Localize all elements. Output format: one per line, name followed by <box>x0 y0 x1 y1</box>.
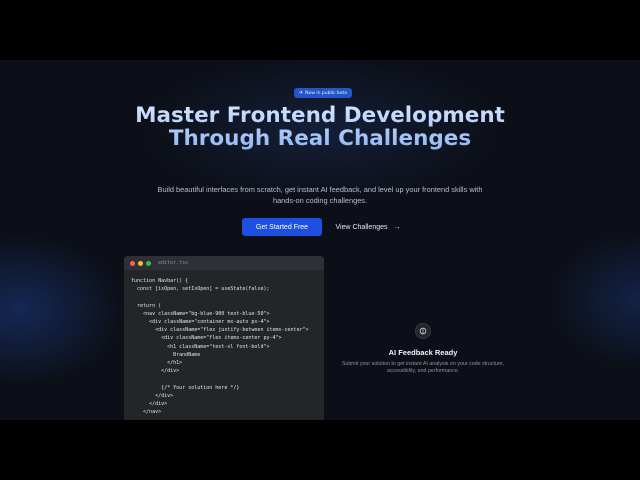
window-minimize-dot <box>138 260 143 266</box>
rocket-icon: ✈ <box>298 90 304 96</box>
editor-titlebar: editor.tsx <box>124 256 324 270</box>
beta-badge-label: Now in public beta <box>305 90 348 96</box>
feedback-description: Submit your solution to get instant AI a… <box>341 361 505 374</box>
get-started-button[interactable]: Get Started Free <box>242 218 322 236</box>
brain-icon-glyph <box>419 327 427 335</box>
code-editor-window: editor.tsx function Navbar() { const [is… <box>124 256 324 420</box>
arrow-right-icon: → <box>393 223 401 231</box>
letterbox-bottom <box>0 420 640 480</box>
editor-filename: editor.tsx <box>158 260 189 266</box>
brain-icon <box>415 323 431 339</box>
beta-badge: ✈ Now in public beta <box>294 88 352 98</box>
window-maximize-dot <box>146 260 151 266</box>
view-challenges-label: View Challenges <box>335 223 388 231</box>
hero-title: Master Frontend Development Through Real… <box>120 104 520 150</box>
letterbox-top <box>0 0 640 60</box>
view-challenges-button[interactable]: View Challenges → <box>328 218 408 236</box>
code-block[interactable]: function Navbar() { const [isOpen, setIs… <box>124 270 324 416</box>
hero-subtitle: Build beautiful interfaces from scratch,… <box>157 185 483 205</box>
feedback-title: AI Feedback Ready <box>388 348 458 357</box>
get-started-label: Get Started Free <box>255 223 309 231</box>
hero-section: ✈ Now in public beta Master Frontend Dev… <box>0 60 640 420</box>
window-close-dot <box>130 260 135 266</box>
